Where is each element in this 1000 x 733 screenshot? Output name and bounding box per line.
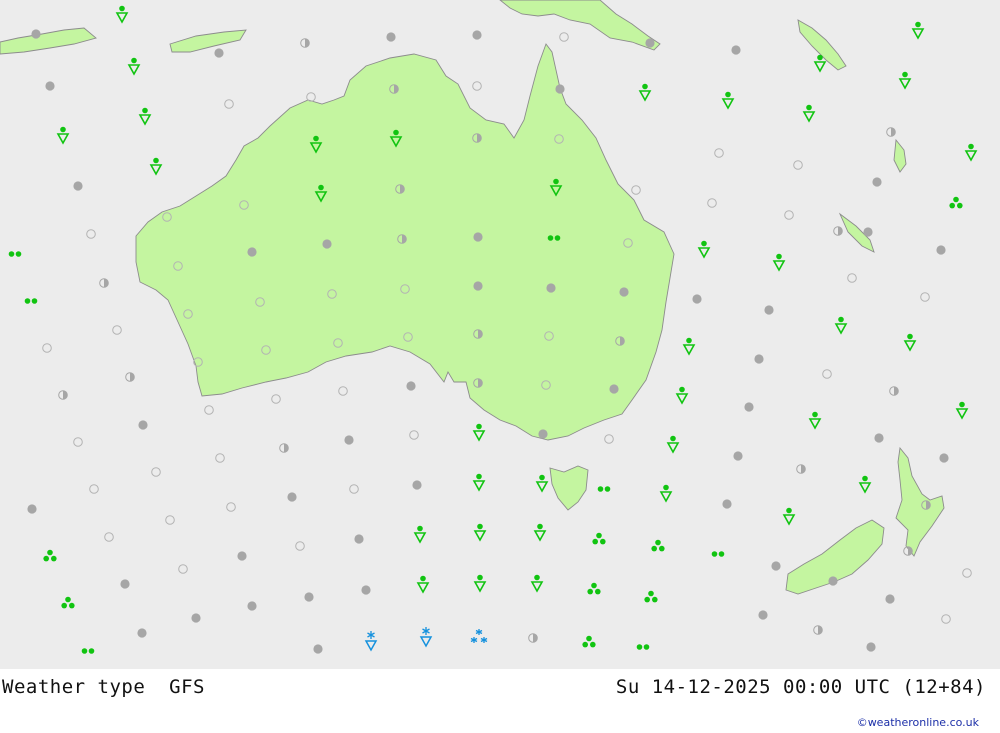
- weather-map: [0, 0, 1000, 669]
- map-type-label: Weather type: [2, 676, 146, 698]
- credit-link[interactable]: ©weatheronline.co.uk: [857, 716, 979, 729]
- map-title: Weather type GFS: [2, 676, 205, 698]
- map-footer: Weather type GFS Su 14-12-2025 00:00 UTC…: [0, 669, 1000, 733]
- model-name: GFS: [169, 676, 205, 698]
- valid-datetime: Su 14-12-2025 00:00 UTC (12+84): [615, 676, 986, 698]
